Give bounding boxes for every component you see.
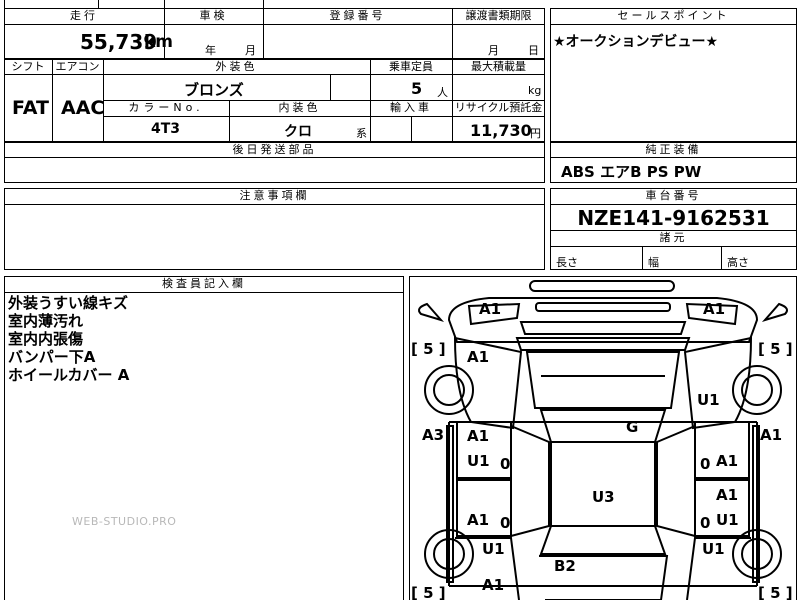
capacity-value: 5 [411, 79, 423, 98]
tire-mark-rear-right: [ 5 ] [758, 584, 793, 600]
color-no-header: カラーNo. [128, 101, 204, 114]
shaken-header: 車検 [199, 9, 228, 22]
mark-front-right: A1 [703, 300, 726, 318]
mark-roof: U3 [592, 488, 615, 506]
mark-door-rr-2: U1 [716, 511, 739, 529]
mark-door-fl-2: U1 [467, 452, 490, 470]
mark-side-left: A3 [422, 426, 445, 444]
exterior-color-header: 外装色 [215, 60, 258, 73]
transfer-day: 日 [528, 44, 539, 57]
tire-mark-rear-left: [ 5 ] [411, 584, 446, 600]
sales-point-header: セールスポイント [617, 9, 730, 22]
shaken-month: 月 [245, 44, 256, 57]
shaken-year: 年 [205, 44, 216, 57]
shift-header: シフト [11, 60, 45, 73]
mark-front-left: A1 [479, 300, 502, 318]
later-parts-header: 後日発送部品 [232, 143, 317, 156]
notes-header: 注意事項欄 [239, 189, 310, 202]
capacity-header: 乗車定員 [389, 60, 433, 73]
inspector-line: 外装うすい線キズ [8, 294, 129, 312]
color-no-value: 4T3 [151, 121, 181, 137]
mark-quarter-right: U1 [702, 540, 725, 558]
mark-door-rr-dot: 0 [700, 514, 711, 532]
inspector-line: ホイールカバー A [8, 366, 130, 384]
tire-mark-front-right: [ 5 ] [758, 340, 793, 358]
dimension-width: 幅 [648, 256, 659, 269]
inspector-header: 検査員記入欄 [162, 277, 246, 290]
mark-quarter-left: U1 [482, 540, 505, 558]
equipment-header: 純正装備 [645, 143, 702, 156]
equipment-value: ABS エアB PS PW [561, 163, 702, 181]
interior-suffix: 系 [356, 127, 367, 140]
shift-value: FAT [12, 97, 49, 119]
reg-number-header: 登録番号 [329, 9, 386, 22]
mark-rear-left: A1 [482, 576, 505, 594]
mark-door-fr-dot: 0 [700, 455, 711, 473]
max-load-header: 最大積載量 [471, 60, 526, 73]
mark-side-right: A1 [760, 426, 783, 444]
mark-trunk: B2 [554, 557, 576, 575]
interior-color-value: クロ [284, 124, 312, 140]
mark-door-fl-1: A1 [467, 427, 490, 445]
mileage-unit: km [144, 32, 174, 52]
watermark: WEB-STUDIO.PRO [72, 515, 177, 528]
max-load-unit: kg [528, 84, 542, 97]
transfer-month: 月 [488, 44, 499, 57]
mark-door-fr: A1 [716, 452, 739, 470]
sales-point-box [550, 8, 797, 142]
import-car-header: 輸入車 [390, 101, 432, 114]
aircon-value: AAC [61, 97, 105, 119]
mark-hood: G [626, 418, 639, 436]
sales-point-text: ★オークションデビュー★ [553, 34, 719, 50]
chassis-header: 車台番号 [645, 189, 702, 202]
transfer-deadline-header: 譲渡書類期限 [465, 9, 532, 22]
mark-door-rr-1: A1 [716, 486, 739, 504]
aircon-header: エアコン [55, 60, 100, 73]
mark-door-rl-dot: 0 [500, 514, 511, 532]
exterior-color-value: ブロンズ [184, 81, 244, 99]
tire-mark-front-left: [ 5 ] [411, 340, 446, 358]
recycle-fee-unit: 円 [530, 127, 541, 140]
recycle-fee-value: 11,730 [470, 121, 532, 140]
mileage-header: 走行 [70, 9, 98, 22]
recycle-fee-header: リサイクル預託金 [454, 101, 543, 114]
interior-color-header: 内装色 [278, 101, 321, 114]
mark-fender-right: U1 [697, 391, 720, 409]
capacity-unit: 人 [437, 86, 448, 99]
mark-door-fl-dot: 0 [500, 455, 511, 473]
dimensions-header: 諸元 [659, 231, 688, 244]
dimension-height: 高さ [727, 256, 749, 269]
dimension-length: 長さ [556, 256, 578, 269]
mark-fender-left: A1 [467, 348, 490, 366]
chassis-number: NZE141-9162531 [577, 206, 770, 230]
inspector-line: 室内内張傷 [8, 330, 84, 348]
inspector-line: バンパー下A [8, 348, 96, 366]
inspector-line: 室内薄汚れ [8, 312, 84, 330]
mark-door-rl-1: A1 [467, 511, 490, 529]
